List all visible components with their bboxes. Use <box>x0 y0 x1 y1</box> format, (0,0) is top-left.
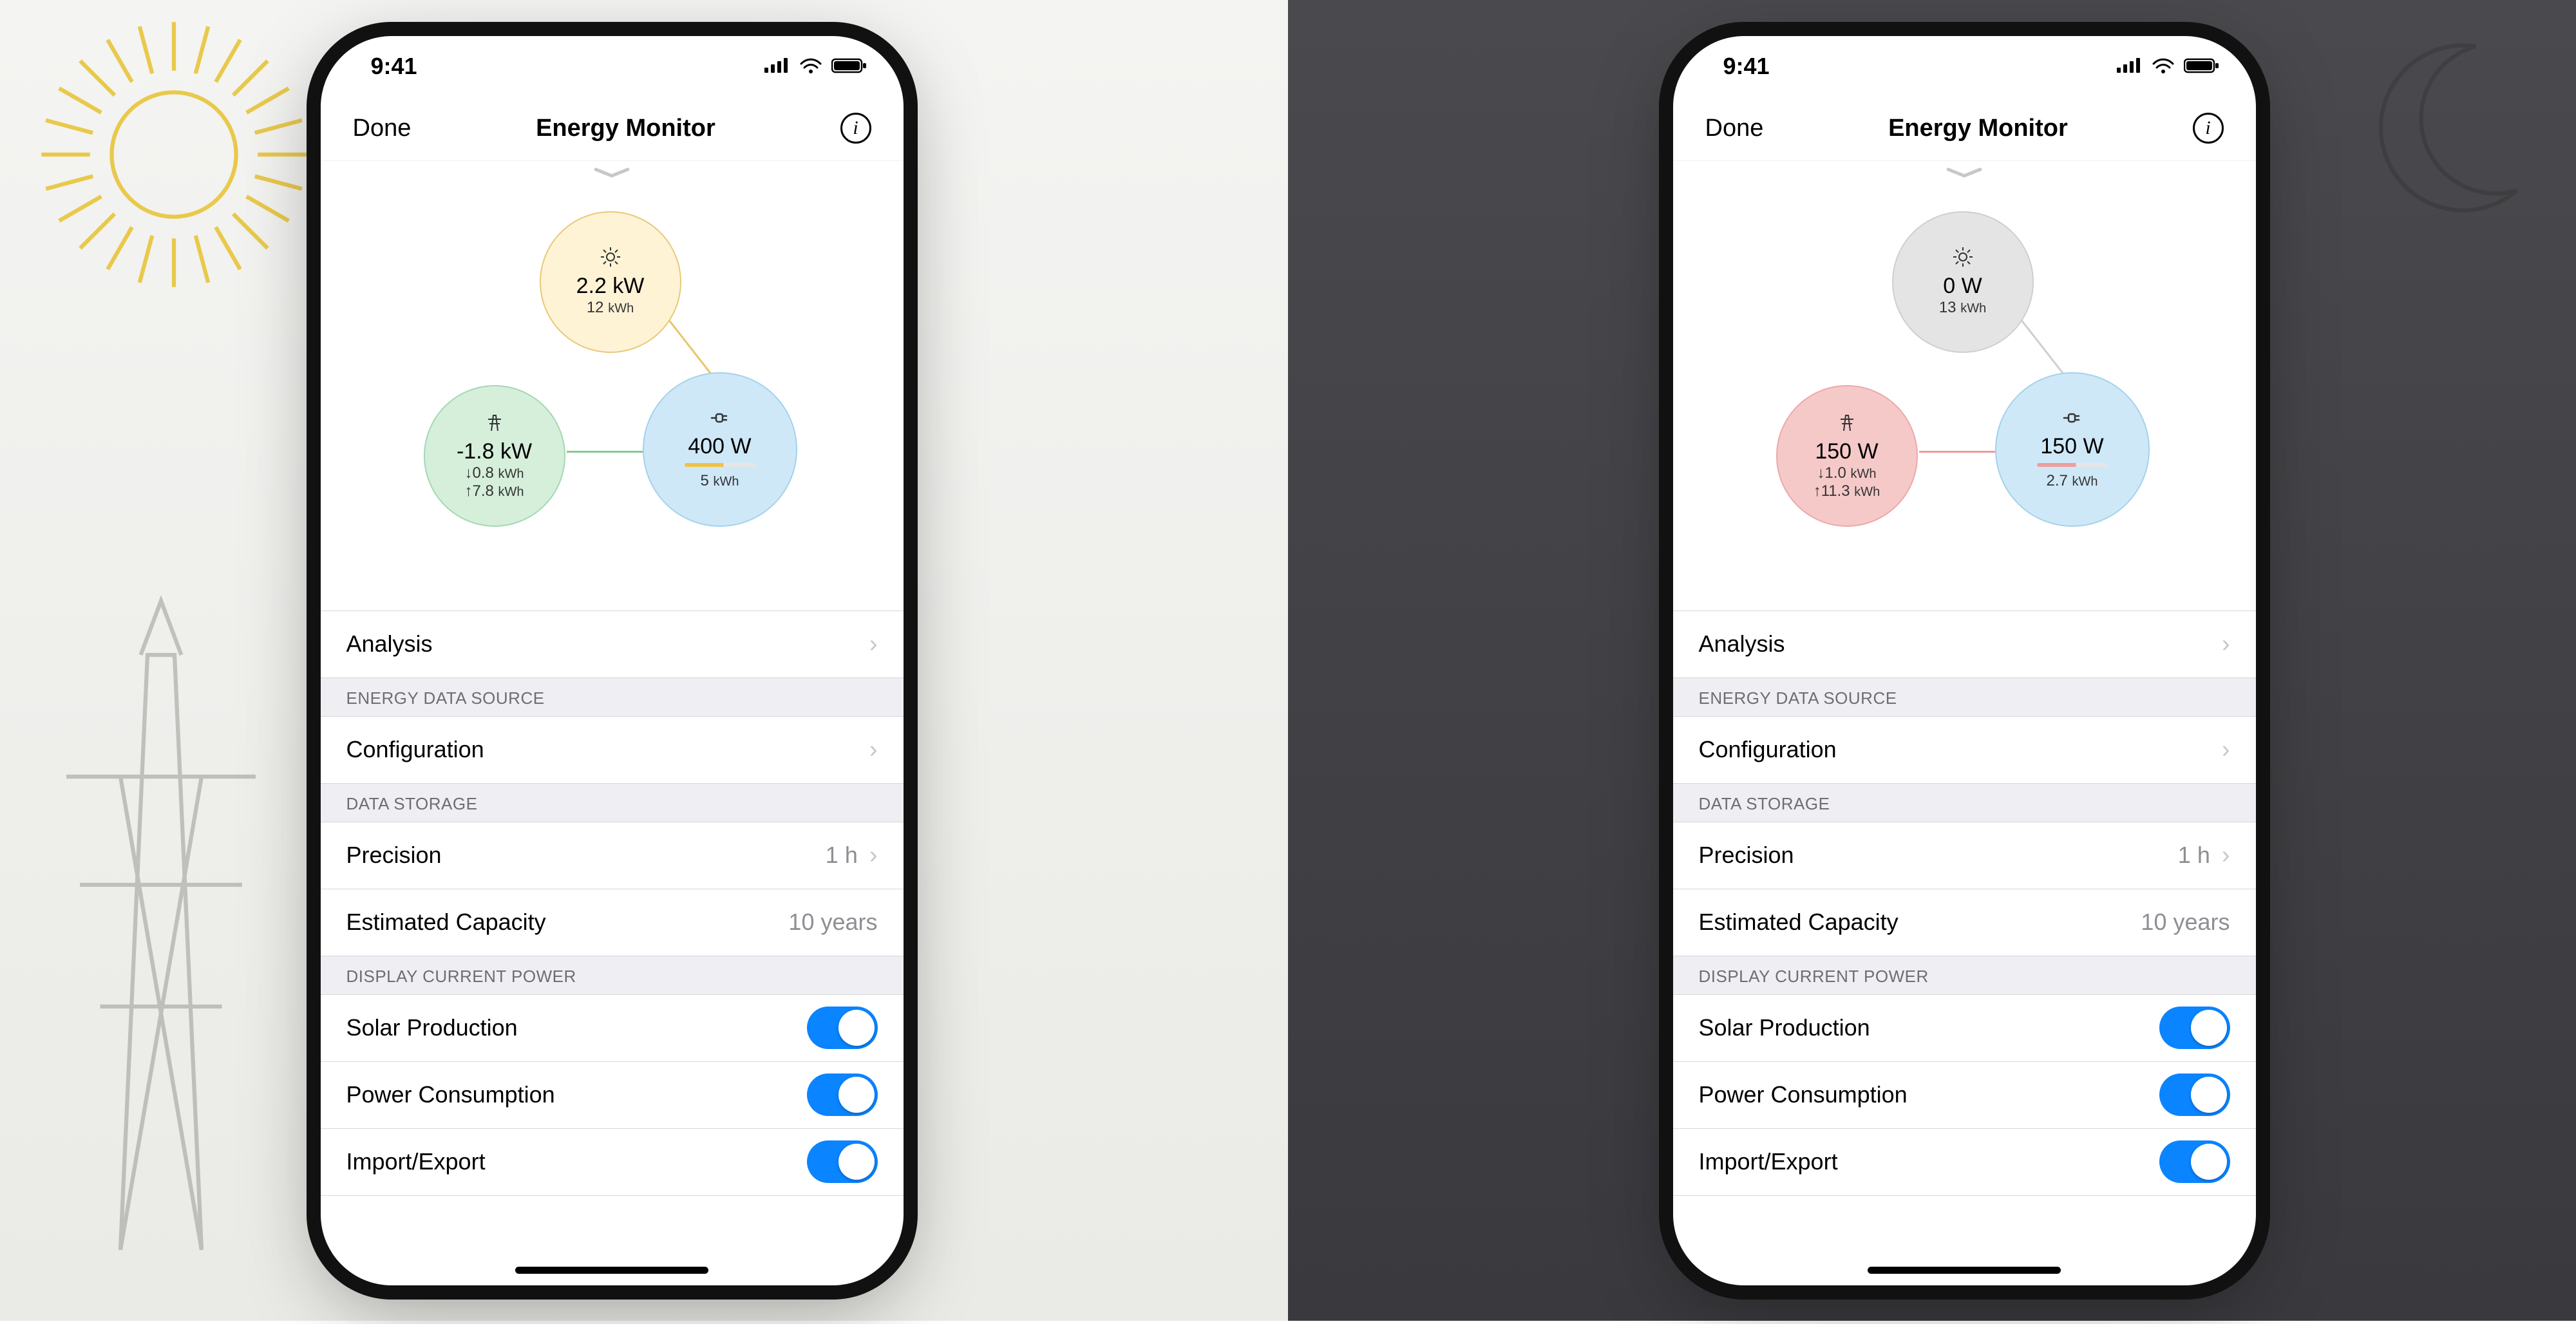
grid-export: 7.8 <box>472 482 493 500</box>
grid-import: 1.0 <box>1824 464 1846 482</box>
solar-node[interactable]: 0 W 13 kWh <box>1892 211 2034 353</box>
plug-icon <box>2061 409 2083 430</box>
row-power-consumption: Power Consumption <box>1673 1062 2256 1129</box>
home-power: 400 W <box>688 434 751 459</box>
done-button[interactable]: Done <box>353 115 412 142</box>
home-node[interactable]: 400 W 5 kWh <box>643 372 797 527</box>
toggle-solar-production[interactable] <box>2159 1007 2230 1049</box>
battery-icon <box>2184 53 2220 80</box>
grid-export: 11.3 <box>1821 482 1850 500</box>
home-power: 150 W <box>2040 434 2103 459</box>
flow-grid-home <box>567 451 644 453</box>
plug-icon <box>709 409 731 430</box>
battery-icon <box>831 53 867 80</box>
row-precision[interactable]: Precision 1 h› <box>1673 822 2256 889</box>
toggle-power-consumption[interactable] <box>807 1073 878 1116</box>
home-indicator[interactable] <box>515 1267 708 1274</box>
row-analysis[interactable]: Analysis › <box>321 611 904 678</box>
row-configuration[interactable]: Configuration › <box>1673 717 2256 784</box>
wifi-icon <box>2152 53 2175 80</box>
toggle-power-consumption[interactable] <box>2159 1073 2230 1116</box>
home-power-bar <box>685 463 755 467</box>
row-analysis[interactable]: Analysis › <box>1673 611 2256 678</box>
row-import-export: Import/Export <box>321 1129 904 1196</box>
home-energy: 5 <box>700 472 708 489</box>
pylon-small-icon <box>1839 411 1855 435</box>
row-import-export: Import/Export <box>1673 1129 2256 1196</box>
chevron-right-icon: › <box>869 630 878 658</box>
sun-small-icon <box>1953 247 1973 270</box>
chevron-right-icon: › <box>2222 842 2230 869</box>
chevron-right-icon: › <box>869 842 878 869</box>
home-energy: 2.7 <box>2046 472 2067 489</box>
info-button[interactable]: i <box>840 113 871 144</box>
grid-node[interactable]: 150 W ↓1.0 kWh ↑11.3 kWh <box>1776 385 1918 527</box>
pylon-icon <box>26 574 296 1282</box>
row-power-consumption: Power Consumption <box>321 1062 904 1129</box>
cellular-icon <box>764 53 790 80</box>
toggle-import-export[interactable] <box>2159 1140 2230 1183</box>
energy-diagram: 0 W 13 kWh 150 W ↓1.0 kWh ↑11.3 kWh 150 … <box>1673 185 2256 610</box>
status-time: 9:41 <box>1723 53 1770 80</box>
section-display-current-power: DISPLAY CURRENT POWER <box>1673 956 2256 995</box>
chevron-right-icon: › <box>2222 736 2230 764</box>
flow-grid-home <box>1919 451 1996 453</box>
done-button[interactable]: Done <box>1705 115 1764 142</box>
toggle-import-export[interactable] <box>807 1140 878 1183</box>
status-bar: 9:41 <box>321 36 904 97</box>
pylon-small-icon <box>486 411 503 435</box>
home-indicator[interactable] <box>1868 1267 2061 1274</box>
section-energy-source: ENERGY DATA SOURCE <box>1673 678 2256 717</box>
pull-handle-icon[interactable] <box>321 161 904 185</box>
toggle-solar-production[interactable] <box>807 1007 878 1049</box>
moon-icon <box>2331 26 2537 232</box>
row-estimated-capacity: Estimated Capacity 10 years <box>321 889 904 956</box>
sun-small-icon <box>601 247 620 270</box>
solar-energy: 13 <box>1939 299 1956 316</box>
row-solar-production: Solar Production <box>321 995 904 1062</box>
grid-power: -1.8 kW <box>457 439 532 464</box>
energy-diagram: 2.2 kW 12 kWh -1.8 kW ↓0.8 kWh ↑7.8 kWh … <box>321 185 904 610</box>
grid-node[interactable]: -1.8 kW ↓0.8 kWh ↑7.8 kWh <box>424 385 565 527</box>
section-data-storage: DATA STORAGE <box>1673 784 2256 822</box>
status-bar: 9:41 <box>1673 36 2256 97</box>
pull-handle-icon[interactable] <box>1673 161 2256 185</box>
solar-energy: 12 <box>587 299 604 316</box>
solar-power: 0 W <box>1943 274 1982 299</box>
home-power-bar <box>2037 463 2108 467</box>
status-time: 9:41 <box>371 53 417 80</box>
section-energy-source: ENERGY DATA SOURCE <box>321 678 904 717</box>
page-title: Energy Monitor <box>536 115 715 142</box>
page-title: Energy Monitor <box>1888 115 2068 142</box>
chevron-right-icon: › <box>869 736 878 764</box>
row-solar-production: Solar Production <box>1673 995 2256 1062</box>
section-data-storage: DATA STORAGE <box>321 784 904 822</box>
grid-power: 150 W <box>1815 439 1878 464</box>
section-display-current-power: DISPLAY CURRENT POWER <box>321 956 904 995</box>
home-node[interactable]: 150 W 2.7 kWh <box>1995 372 2150 527</box>
cellular-icon <box>2117 53 2143 80</box>
solar-power: 2.2 kW <box>576 274 645 299</box>
row-precision[interactable]: Precision 1 h› <box>321 822 904 889</box>
chevron-right-icon: › <box>2222 630 2230 658</box>
row-estimated-capacity: Estimated Capacity 10 years <box>1673 889 2256 956</box>
wifi-icon <box>799 53 822 80</box>
solar-node[interactable]: 2.2 kW 12 kWh <box>540 211 681 353</box>
sun-icon <box>39 19 309 290</box>
info-button[interactable]: i <box>2193 113 2224 144</box>
row-configuration[interactable]: Configuration › <box>321 717 904 784</box>
grid-import: 0.8 <box>472 464 493 482</box>
